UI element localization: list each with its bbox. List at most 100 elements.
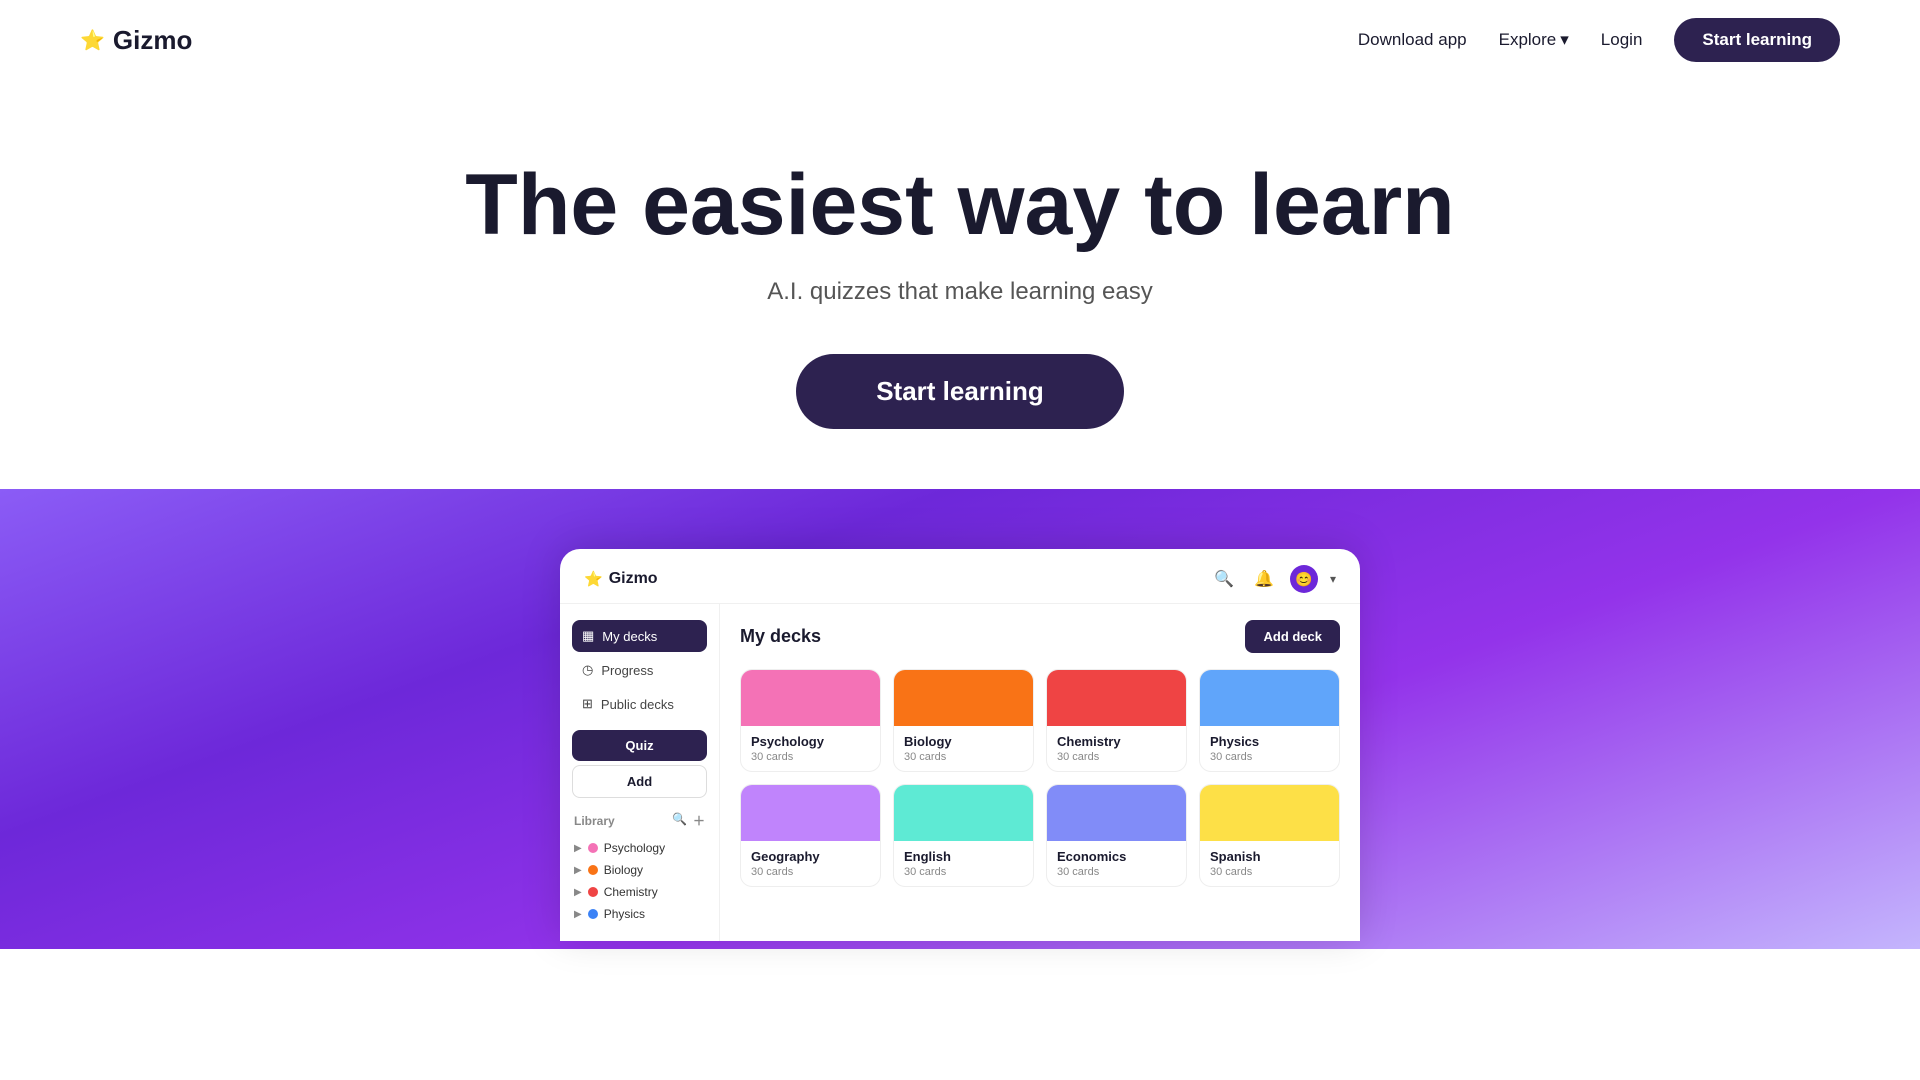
library-icons: 🔍 ＋ bbox=[672, 812, 705, 829]
main-content: My decks Add deck Psychology 30 cards Bi… bbox=[720, 604, 1360, 941]
deck-info: Physics 30 cards bbox=[1200, 726, 1339, 771]
deck-count: 30 cards bbox=[904, 751, 1023, 763]
search-icon[interactable]: 🔍 bbox=[1210, 565, 1238, 593]
deck-count: 30 cards bbox=[751, 751, 870, 763]
app-logo: ⭐ Gizmo bbox=[584, 570, 658, 588]
library-item-chemistry[interactable]: ▶ Chemistry bbox=[572, 881, 707, 903]
sidebar-my-decks-label: My decks bbox=[602, 629, 657, 644]
deck-card-geography[interactable]: Geography 30 cards bbox=[740, 784, 881, 887]
public-decks-icon: ⊞ bbox=[582, 696, 593, 712]
deck-color-physics bbox=[1200, 670, 1339, 726]
library-add-icon[interactable]: ＋ bbox=[693, 812, 705, 829]
sidebar-public-decks-label: Public decks bbox=[601, 697, 674, 712]
nav-start-learning-button[interactable]: Start learning bbox=[1674, 18, 1840, 62]
deck-name: Spanish bbox=[1210, 849, 1329, 864]
sidebar-item-progress[interactable]: ◷ Progress bbox=[572, 654, 707, 686]
hero-section: The easiest way to learn A.I. quizzes th… bbox=[0, 80, 1920, 489]
app-logo-text: Gizmo bbox=[609, 570, 658, 588]
library-item-physics[interactable]: ▶ Physics bbox=[572, 903, 707, 925]
psychology-dot bbox=[588, 843, 598, 853]
deck-name: Physics bbox=[1210, 734, 1329, 749]
deck-name: English bbox=[904, 849, 1023, 864]
add-button[interactable]: Add bbox=[572, 765, 707, 798]
hero-start-learning-button[interactable]: Start learning bbox=[796, 354, 1124, 429]
deck-info: Biology 30 cards bbox=[894, 726, 1033, 771]
navbar: ⭐ Gizmo Download app Explore ▾ Login Sta… bbox=[0, 0, 1920, 80]
deck-grid: Psychology 30 cards Biology 30 cards Che… bbox=[740, 669, 1340, 887]
deck-info: Psychology 30 cards bbox=[741, 726, 880, 771]
library-item-biology[interactable]: ▶ Biology bbox=[572, 859, 707, 881]
deck-name: Economics bbox=[1057, 849, 1176, 864]
sidebar: ▦ My decks ◷ Progress ⊞ Public decks Qui… bbox=[560, 604, 720, 941]
deck-card-economics[interactable]: Economics 30 cards bbox=[1046, 784, 1187, 887]
deck-color-economics bbox=[1047, 785, 1186, 841]
avatar[interactable]: 😊 bbox=[1290, 565, 1318, 593]
deck-color-geography bbox=[741, 785, 880, 841]
app-header: ⭐ Gizmo 🔍 🔔 😊 ▾ bbox=[560, 549, 1360, 604]
quiz-button[interactable]: Quiz bbox=[572, 730, 707, 761]
library-search-icon[interactable]: 🔍 bbox=[672, 812, 687, 829]
bell-icon[interactable]: 🔔 bbox=[1250, 565, 1278, 593]
deck-name: Biology bbox=[904, 734, 1023, 749]
app-star-icon: ⭐ bbox=[584, 570, 603, 588]
chevron-down-icon: ▾ bbox=[1560, 30, 1569, 50]
deck-color-spanish bbox=[1200, 785, 1339, 841]
deck-count: 30 cards bbox=[751, 866, 870, 878]
deck-color-psychology bbox=[741, 670, 880, 726]
deck-card-psychology[interactable]: Psychology 30 cards bbox=[740, 669, 881, 772]
sidebar-item-my-decks[interactable]: ▦ My decks bbox=[572, 620, 707, 652]
sidebar-progress-label: Progress bbox=[601, 663, 653, 678]
bottom-section: ⭐ Gizmo 🔍 🔔 😊 ▾ ▦ My decks ◷ bbox=[0, 489, 1920, 949]
deck-card-english[interactable]: English 30 cards bbox=[893, 784, 1034, 887]
deck-info: Geography 30 cards bbox=[741, 841, 880, 886]
add-deck-button[interactable]: Add deck bbox=[1245, 620, 1340, 653]
download-app-link[interactable]: Download app bbox=[1358, 30, 1467, 50]
chevron-down-icon: ▾ bbox=[1330, 572, 1336, 586]
sidebar-item-public-decks[interactable]: ⊞ Public decks bbox=[572, 688, 707, 720]
decks-icon: ▦ bbox=[582, 628, 594, 644]
library-psychology-label: Psychology bbox=[604, 841, 665, 855]
deck-name: Psychology bbox=[751, 734, 870, 749]
nav-right: Download app Explore ▾ Login Start learn… bbox=[1358, 18, 1840, 62]
login-link[interactable]: Login bbox=[1601, 30, 1643, 50]
nav-logo[interactable]: ⭐ Gizmo bbox=[80, 25, 192, 56]
deck-info: English 30 cards bbox=[894, 841, 1033, 886]
biology-dot bbox=[588, 865, 598, 875]
deck-name: Geography bbox=[751, 849, 870, 864]
library-chemistry-label: Chemistry bbox=[604, 885, 658, 899]
physics-dot bbox=[588, 909, 598, 919]
explore-link[interactable]: Explore ▾ bbox=[1499, 30, 1569, 50]
main-title: My decks bbox=[740, 626, 821, 647]
deck-card-spanish[interactable]: Spanish 30 cards bbox=[1199, 784, 1340, 887]
app-mockup: ⭐ Gizmo 🔍 🔔 😊 ▾ ▦ My decks ◷ bbox=[560, 549, 1360, 941]
deck-color-chemistry bbox=[1047, 670, 1186, 726]
hero-subheading: A.I. quizzes that make learning easy bbox=[40, 278, 1880, 306]
deck-info: Economics 30 cards bbox=[1047, 841, 1186, 886]
deck-count: 30 cards bbox=[904, 866, 1023, 878]
library-item-psychology[interactable]: ▶ Psychology bbox=[572, 837, 707, 859]
deck-card-chemistry[interactable]: Chemistry 30 cards bbox=[1046, 669, 1187, 772]
deck-card-physics[interactable]: Physics 30 cards bbox=[1199, 669, 1340, 772]
nav-logo-text: Gizmo bbox=[113, 25, 192, 56]
library-biology-label: Biology bbox=[604, 863, 643, 877]
hero-heading: The easiest way to learn bbox=[40, 160, 1880, 250]
deck-count: 30 cards bbox=[1210, 866, 1329, 878]
library-header: Library 🔍 ＋ bbox=[572, 812, 707, 829]
deck-count: 30 cards bbox=[1057, 751, 1176, 763]
progress-icon: ◷ bbox=[582, 662, 593, 678]
deck-card-biology[interactable]: Biology 30 cards bbox=[893, 669, 1034, 772]
deck-color-english bbox=[894, 785, 1033, 841]
app-header-icons: 🔍 🔔 😊 ▾ bbox=[1210, 565, 1336, 593]
library-label: Library bbox=[574, 814, 615, 828]
library-physics-label: Physics bbox=[604, 907, 645, 921]
star-icon: ⭐ bbox=[80, 28, 105, 53]
explore-label: Explore bbox=[1499, 30, 1557, 50]
deck-count: 30 cards bbox=[1057, 866, 1176, 878]
deck-name: Chemistry bbox=[1057, 734, 1176, 749]
app-body: ▦ My decks ◷ Progress ⊞ Public decks Qui… bbox=[560, 604, 1360, 941]
main-header: My decks Add deck bbox=[740, 620, 1340, 653]
deck-info: Chemistry 30 cards bbox=[1047, 726, 1186, 771]
library-list: ▶ Psychology ▶ Biology ▶ Chemistry bbox=[572, 837, 707, 925]
deck-color-biology bbox=[894, 670, 1033, 726]
deck-info: Spanish 30 cards bbox=[1200, 841, 1339, 886]
